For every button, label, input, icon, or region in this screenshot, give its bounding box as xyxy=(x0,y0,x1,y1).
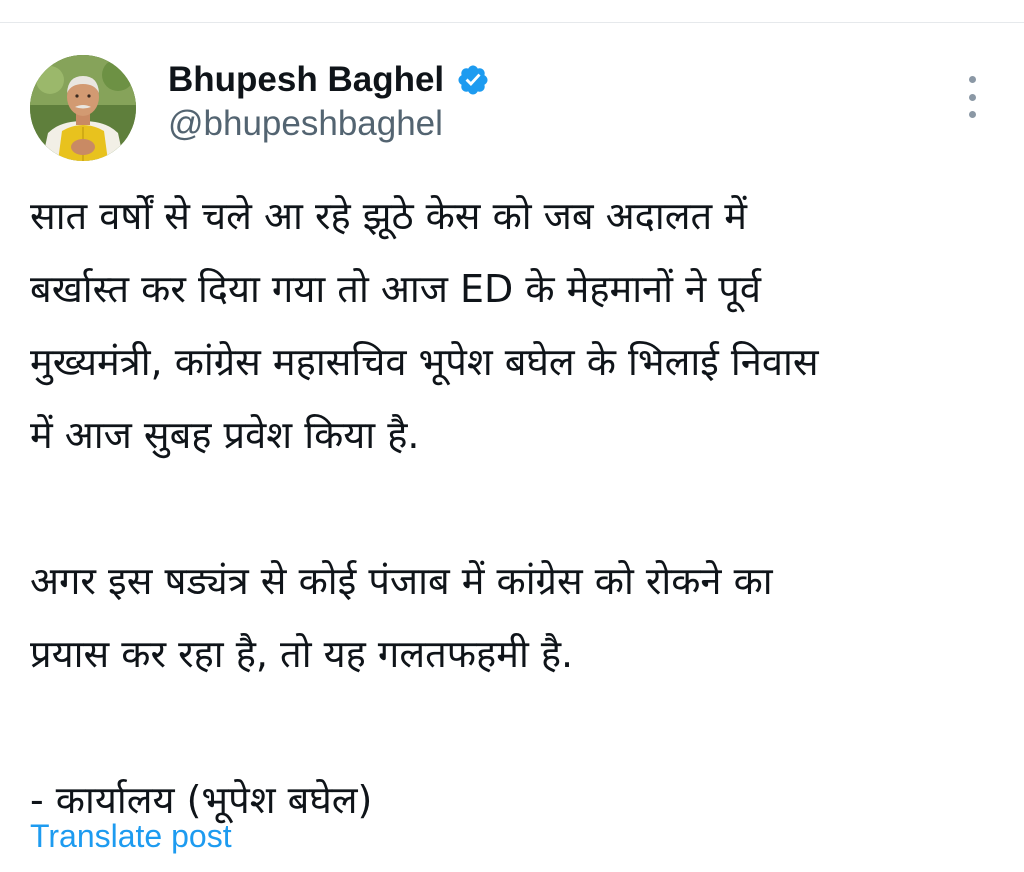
translate-post-link[interactable]: Translate post xyxy=(30,818,232,855)
more-dot xyxy=(968,76,976,83)
more-dot xyxy=(968,93,976,101)
more-dot xyxy=(968,111,976,118)
tweet-paragraph: अगर इस षड्यंत्र से कोई पंजाब में कांग्रे… xyxy=(30,559,773,676)
author-name-row: Bhupesh Baghel xyxy=(168,58,490,102)
tweet-text: सात वर्षों से चले आ रहे झूठे केस को जब अ… xyxy=(30,180,1005,837)
more-options-icon[interactable] xyxy=(955,76,989,118)
author-name[interactable]: Bhupesh Baghel xyxy=(168,60,444,100)
tweet-card: Bhupesh Baghel @bhupeshbaghel सात वर्षों… xyxy=(0,0,1024,872)
avatar-photo-icon xyxy=(30,55,136,161)
author-avatar[interactable] xyxy=(30,55,136,161)
tweet-paragraph: सात वर्षों से चले आ रहे झूठे केस को जब अ… xyxy=(30,194,819,457)
verified-badge-icon[interactable] xyxy=(456,63,490,97)
author-handle[interactable]: @bhupeshbaghel xyxy=(168,104,443,144)
